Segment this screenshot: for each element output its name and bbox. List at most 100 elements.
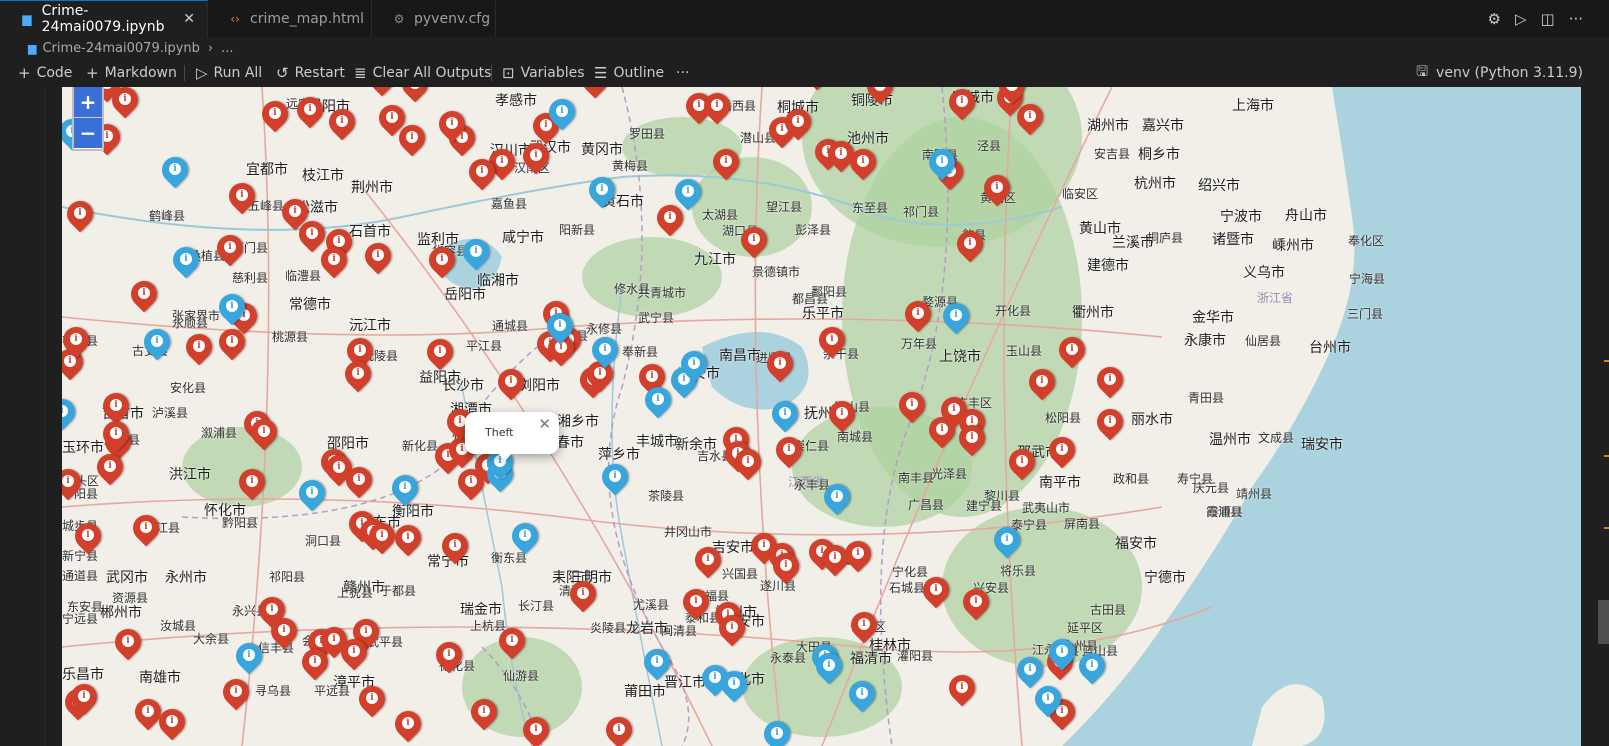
- crime-marker[interactable]: i: [698, 87, 736, 135]
- crime-marker[interactable]: i: [943, 87, 981, 131]
- crime-marker[interactable]: i: [211, 229, 249, 277]
- theft-marker[interactable]: i: [669, 173, 707, 221]
- theft-marker[interactable]: i: [810, 647, 848, 695]
- crime-marker[interactable]: i: [729, 443, 767, 491]
- theft-marker[interactable]: i: [586, 331, 624, 379]
- theft-marker[interactable]: i: [1043, 633, 1081, 681]
- crime-marker[interactable]: i: [1091, 403, 1129, 451]
- crime-marker[interactable]: i: [839, 535, 877, 583]
- crime-marker[interactable]: i: [844, 143, 882, 191]
- crime-marker[interactable]: i: [433, 105, 471, 153]
- crime-marker[interactable]: i: [917, 571, 955, 619]
- zoom-in-button[interactable]: +: [74, 87, 102, 117]
- crime-marker[interactable]: i: [1091, 361, 1129, 409]
- crime-marker[interactable]: i: [1011, 98, 1049, 146]
- crime-marker[interactable]: i: [421, 333, 459, 381]
- crime-marker[interactable]: i: [340, 461, 378, 509]
- crime-marker[interactable]: i: [564, 575, 602, 623]
- zoom-out-button[interactable]: −: [74, 117, 102, 148]
- kernel-picker[interactable]: 🖫 venv (Python 3.11.9): [1416, 59, 1583, 87]
- close-icon[interactable]: ✕: [183, 11, 195, 27]
- split-editor-icon[interactable]: ◫: [1541, 10, 1555, 28]
- crime-marker[interactable]: i: [323, 103, 361, 151]
- crime-marker[interactable]: i: [893, 386, 931, 434]
- crime-marker[interactable]: i: [153, 703, 191, 746]
- crime-marker[interactable]: i: [1003, 443, 1041, 491]
- crime-marker[interactable]: i: [359, 237, 397, 285]
- crime-marker[interactable]: i: [62, 195, 99, 243]
- add-markdown-button[interactable]: + Markdown: [86, 59, 177, 87]
- theft-marker[interactable]: i: [988, 521, 1026, 569]
- theft-marker[interactable]: i: [457, 233, 495, 281]
- outline-button[interactable]: ☰ Outline: [594, 59, 664, 87]
- theft-marker[interactable]: i: [1073, 647, 1111, 695]
- crime-marker[interactable]: i: [296, 643, 334, 691]
- folium-crime-map[interactable]: 远安县当阳市孝感市武汉市黄冈市罗田县岳西县桐城市铜陵市宣城市湖州市嘉兴市上海市宜…: [62, 87, 1581, 746]
- crime-marker[interactable]: i: [125, 275, 163, 323]
- crime-marker[interactable]: i: [109, 623, 147, 671]
- theft-marker[interactable]: i: [937, 297, 975, 345]
- theft-marker[interactable]: i: [583, 171, 621, 219]
- run-icon[interactable]: ▷: [1515, 10, 1527, 28]
- crime-marker[interactable]: i: [492, 363, 530, 411]
- theft-marker[interactable]: i: [715, 665, 753, 713]
- crime-marker[interactable]: i: [813, 321, 851, 369]
- theft-marker[interactable]: i: [506, 517, 544, 565]
- theft-marker[interactable]: i: [675, 345, 713, 393]
- theft-marker[interactable]: i: [843, 675, 881, 723]
- crime-marker[interactable]: i: [69, 517, 107, 565]
- crime-marker[interactable]: i: [943, 669, 981, 717]
- crime-marker[interactable]: i: [463, 153, 501, 201]
- vertical-scrollbar[interactable]: [1598, 600, 1609, 644]
- crime-marker[interactable]: i: [423, 241, 461, 289]
- theft-marker[interactable]: i: [293, 474, 331, 522]
- more-toolbar-button[interactable]: ···: [676, 59, 689, 87]
- crime-marker[interactable]: i: [127, 509, 165, 557]
- theft-marker[interactable]: i: [386, 469, 424, 517]
- crime-marker[interactable]: i: [1023, 363, 1061, 411]
- tab-pyvenv-cfg[interactable]: ⚙ pyvenv.cfg: [372, 0, 496, 37]
- settings-icon[interactable]: ⚙: [1488, 10, 1501, 28]
- crime-marker[interactable]: i: [761, 345, 799, 393]
- theft-marker[interactable]: i: [213, 288, 251, 336]
- more-actions-icon[interactable]: ···: [1569, 10, 1583, 28]
- crime-marker[interactable]: i: [779, 103, 817, 151]
- crime-marker[interactable]: i: [233, 463, 271, 511]
- theft-marker[interactable]: i: [156, 151, 194, 199]
- crime-marker[interactable]: i: [315, 241, 353, 289]
- crime-marker[interactable]: i: [353, 680, 391, 728]
- crime-marker[interactable]: i: [576, 87, 614, 109]
- theft-marker[interactable]: i: [543, 93, 581, 141]
- crime-marker[interactable]: i: [845, 606, 883, 654]
- crime-marker[interactable]: i: [465, 693, 503, 741]
- crime-marker[interactable]: i: [861, 87, 899, 115]
- tab-crime-notebook[interactable]: ▆ Crime-24mai0079.ipynb ✕: [0, 0, 208, 37]
- crime-marker[interactable]: i: [798, 87, 836, 101]
- run-all-button[interactable]: ▷ Run All: [196, 59, 262, 87]
- crime-marker[interactable]: i: [389, 519, 427, 567]
- crime-marker[interactable]: i: [389, 705, 427, 746]
- crime-marker[interactable]: i: [770, 431, 808, 479]
- add-code-button[interactable]: + Code: [18, 59, 72, 87]
- crime-marker[interactable]: i: [62, 463, 87, 511]
- crime-marker[interactable]: i: [436, 527, 474, 575]
- crime-marker[interactable]: i: [1053, 331, 1091, 379]
- crime-marker[interactable]: i: [713, 609, 751, 657]
- breadcrumb-file[interactable]: Crime-24mai0079.ipynb: [42, 41, 199, 56]
- crime-marker[interactable]: i: [600, 711, 638, 746]
- tab-crime-map-html[interactable]: ‹› crime_map.html: [208, 0, 372, 37]
- theft-marker[interactable]: i: [638, 643, 676, 691]
- crime-marker[interactable]: i: [823, 395, 861, 443]
- theft-marker[interactable]: i: [639, 381, 677, 429]
- crime-marker[interactable]: i: [767, 547, 805, 595]
- crime-marker[interactable]: i: [517, 711, 555, 746]
- theft-marker[interactable]: i: [230, 637, 268, 685]
- clear-all-outputs-button[interactable]: ≣ Clear All Outputs: [354, 59, 491, 87]
- crime-marker[interactable]: i: [256, 95, 294, 143]
- crime-marker[interactable]: i: [689, 541, 727, 589]
- theft-marker[interactable]: i: [167, 241, 205, 289]
- popup-close-icon[interactable]: ✕: [538, 415, 551, 433]
- theft-marker[interactable]: i: [758, 715, 796, 746]
- crime-marker[interactable]: i: [180, 328, 218, 376]
- crime-marker[interactable]: i: [978, 169, 1016, 217]
